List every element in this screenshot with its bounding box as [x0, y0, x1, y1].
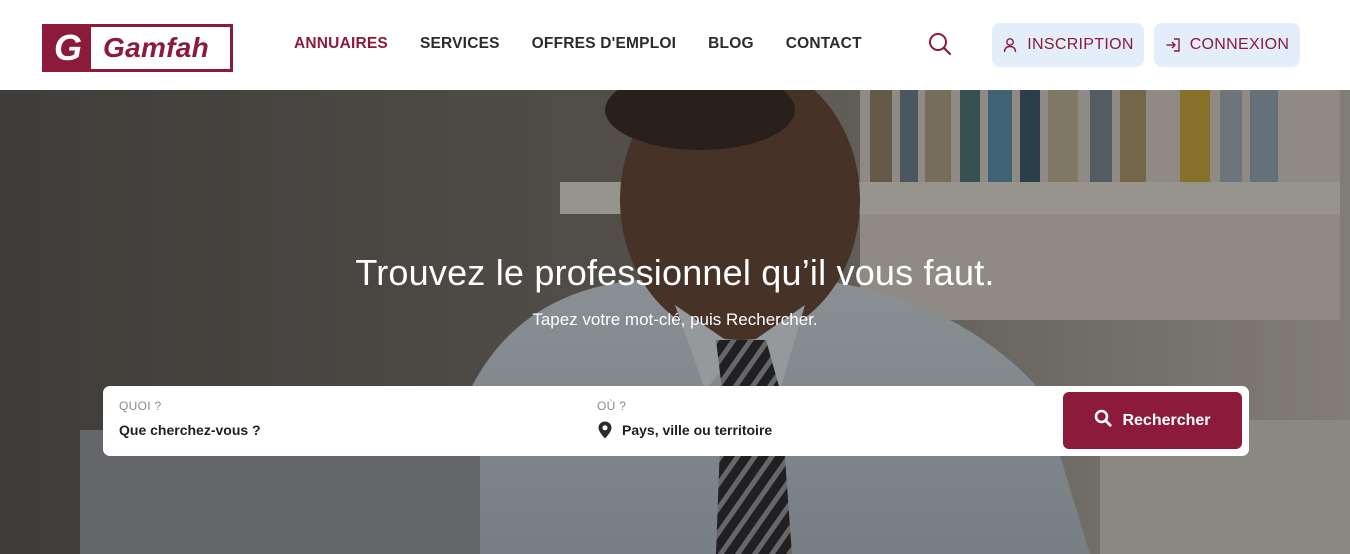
search-submit-button[interactable]: Rechercher [1063, 392, 1242, 449]
what-label: QUOI ? [119, 399, 162, 413]
logo[interactable]: G Gamfah [42, 24, 233, 72]
sign-in-icon [1165, 37, 1181, 53]
map-pin-icon [598, 421, 612, 444]
signup-label: INSCRIPTION [1027, 36, 1134, 53]
hero-section: Trouvez le professionnel qu’il vous faut… [0, 90, 1350, 554]
search-submit-label: Rechercher [1122, 411, 1211, 429]
what-input[interactable] [119, 422, 559, 438]
where-input[interactable] [622, 422, 1052, 438]
where-label: OÙ ? [597, 399, 627, 413]
search-icon [1094, 409, 1113, 432]
main-nav: ANNUAIRES SERVICES OFFRES D'EMPLOI BLOG … [294, 34, 894, 54]
nav-item-blog[interactable]: BLOG [708, 34, 754, 54]
nav-item-services[interactable]: SERVICES [420, 34, 500, 54]
signup-button[interactable]: INSCRIPTION [992, 23, 1144, 67]
login-label: CONNEXION [1189, 36, 1290, 53]
site-header: G Gamfah ANNUAIRES SERVICES OFFRES D'EMP… [0, 0, 1350, 90]
login-button[interactable]: CONNEXION [1154, 23, 1300, 67]
hero-subtitle: Tapez votre mot-clé, puis Rechercher. [532, 310, 818, 329]
logo-text: Gamfah [103, 32, 210, 63]
nav-item-annuaires[interactable]: ANNUAIRES [294, 34, 388, 54]
nav-item-offres-emploi[interactable]: OFFRES D'EMPLOI [532, 34, 676, 54]
nav-item-contact[interactable]: CONTACT [786, 34, 862, 54]
search-bar: QUOI ? OÙ ? Rechercher [103, 386, 1249, 456]
search-icon[interactable] [926, 30, 954, 58]
hero-title: Trouvez le professionnel qu’il vous faut… [355, 252, 995, 293]
logo-mark: G [45, 27, 91, 69]
user-icon [1002, 37, 1018, 53]
